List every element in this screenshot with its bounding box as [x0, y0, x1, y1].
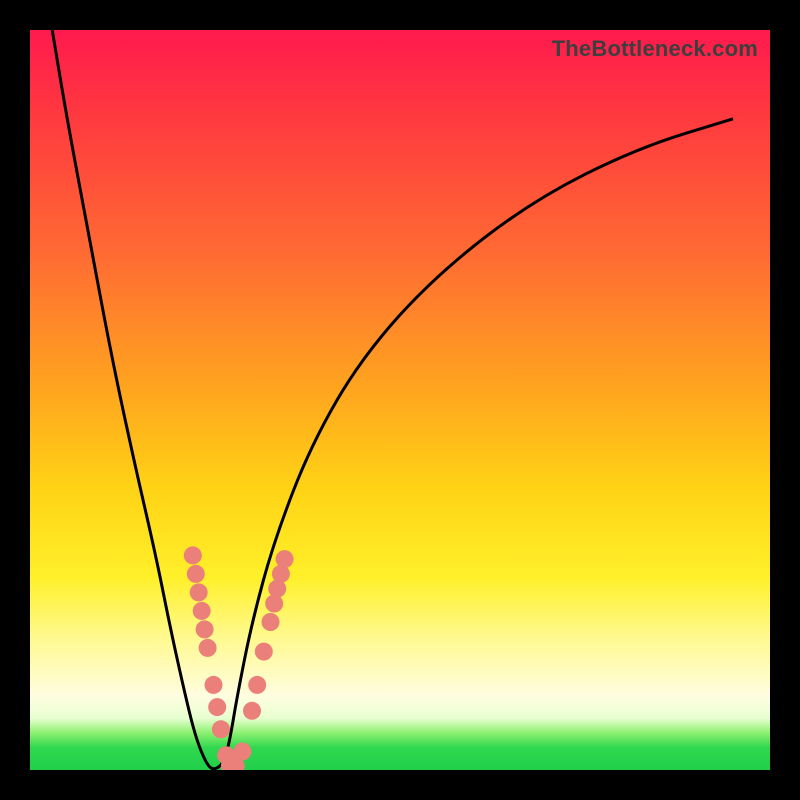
marker-dot: [233, 743, 251, 761]
chart-frame: TheBottleneck.com: [0, 0, 800, 800]
marker-dot: [276, 550, 294, 568]
plot-area: TheBottleneck.com: [30, 30, 770, 770]
marker-group: [184, 546, 294, 770]
marker-dot: [193, 602, 211, 620]
marker-dot: [196, 620, 214, 638]
marker-dot: [208, 698, 226, 716]
marker-dot: [212, 720, 230, 738]
marker-dot: [262, 613, 280, 631]
marker-dot: [190, 583, 208, 601]
marker-dot: [199, 639, 217, 657]
curve-layer: [30, 30, 770, 770]
marker-dot: [187, 565, 205, 583]
marker-dot: [255, 643, 273, 661]
bottleneck-curve: [52, 30, 733, 769]
marker-dot: [265, 595, 283, 613]
marker-dot: [205, 676, 223, 694]
marker-dot: [243, 702, 261, 720]
marker-dot: [248, 676, 266, 694]
marker-dot: [184, 546, 202, 564]
